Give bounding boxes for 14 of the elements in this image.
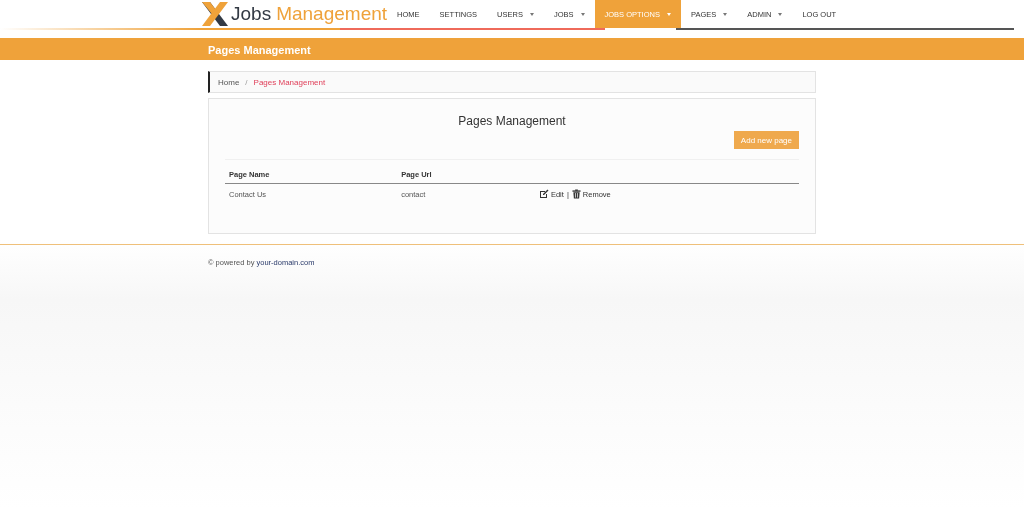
edit-icon bbox=[538, 189, 549, 199]
breadcrumb-link[interactable]: Pages Management bbox=[253, 77, 326, 87]
breadcrumb-link[interactable]: Home bbox=[218, 77, 240, 87]
caret-icon bbox=[778, 12, 783, 16]
caret-icon bbox=[529, 12, 534, 16]
caret-icon bbox=[580, 12, 585, 16]
trash-icon bbox=[571, 189, 581, 199]
caret-icon bbox=[666, 12, 671, 16]
logo-icon bbox=[200, 0, 230, 28]
page-title: Pages Management bbox=[208, 44, 311, 56]
breadcrumb-separator: / bbox=[245, 77, 248, 87]
caret-icon bbox=[723, 12, 728, 16]
logo-text[interactable]: Jobs Management bbox=[231, 3, 388, 25]
card-title: Pages Management bbox=[457, 113, 567, 129]
